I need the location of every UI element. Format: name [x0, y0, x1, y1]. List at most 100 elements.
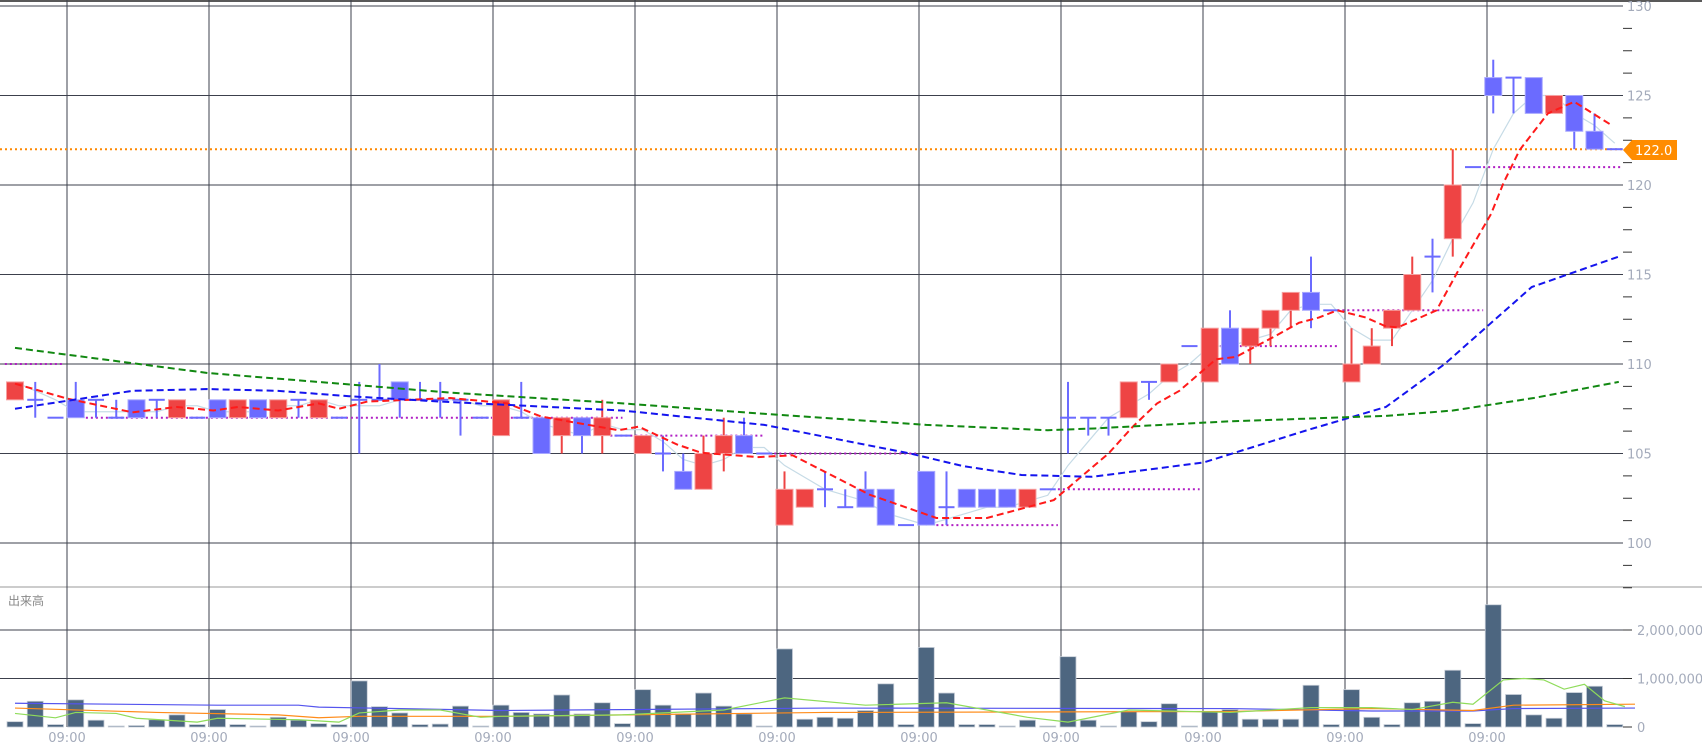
- current-price-tag: 122.0: [1623, 140, 1677, 160]
- candle-body: [795, 488, 814, 508]
- ma-medium-line: [14, 255, 1620, 478]
- candle-body: [674, 470, 693, 490]
- volume-bar: [816, 716, 834, 728]
- price-tick-label: 120: [1627, 179, 1652, 194]
- x-tick-label: 09:00: [190, 731, 227, 746]
- candle-body: [898, 524, 914, 527]
- candle-body: [1181, 345, 1198, 348]
- candle-body: [331, 416, 347, 419]
- candle-body: [614, 434, 631, 437]
- price-tick-label: 115: [1627, 269, 1652, 284]
- volume-bar: [836, 717, 854, 728]
- volume-bar: [1181, 725, 1198, 728]
- volume-bar: [1059, 656, 1077, 728]
- x-tick-label: 09:00: [1468, 731, 1505, 746]
- price-tick-label: 100: [1627, 537, 1652, 552]
- volume-bar: [634, 689, 652, 728]
- volume-bar: [1383, 724, 1401, 728]
- volume-bar: [148, 719, 166, 728]
- volume-bar: [47, 724, 64, 728]
- candle-body: [1545, 95, 1563, 114]
- candle-body: [998, 488, 1017, 508]
- x-tick-label: 09:00: [48, 731, 85, 746]
- volume-bar: [1403, 702, 1421, 728]
- candle-body: [1100, 416, 1117, 419]
- volume-bar: [1241, 718, 1259, 728]
- candle-body: [735, 435, 753, 455]
- candle-body: [189, 416, 206, 419]
- volume-bar: [735, 713, 753, 728]
- volume-bar: [674, 713, 692, 728]
- volume-bar: [1363, 716, 1381, 728]
- stock-chart[interactable]: 09:00 09:00 09:00 09:00 09:00 09:00 09:00 09:00…: [0, 0, 1702, 755]
- volume-bar: [796, 718, 814, 728]
- volume-bar: [411, 724, 429, 728]
- candle-body: [108, 416, 125, 419]
- volume-bar: [472, 725, 490, 728]
- volume-bar: [978, 724, 996, 728]
- candle-body: [1302, 291, 1320, 311]
- x-tick-label: 09:00: [1184, 731, 1221, 746]
- volume-bar: [1565, 692, 1583, 728]
- volume-bar: [1039, 725, 1057, 728]
- candle-body: [1241, 327, 1260, 347]
- volume-bar: [330, 724, 348, 728]
- candle-body: [1119, 381, 1138, 419]
- volume-bar: [107, 725, 125, 728]
- vol-ma-short-line: [14, 677, 1626, 723]
- candle-body: [1281, 291, 1300, 311]
- volume-tick-label: 2,000,000: [1637, 624, 1702, 639]
- candle-body: [1565, 95, 1584, 132]
- volume-bar: [1100, 725, 1117, 728]
- volume-bar: [1019, 719, 1036, 728]
- volume-bar: [512, 712, 530, 728]
- volume-bar: [1079, 719, 1097, 728]
- volume-bar: [391, 712, 409, 728]
- volume-bar: [695, 692, 712, 728]
- volume-bar: [1322, 724, 1340, 728]
- volume-bar: [654, 704, 672, 728]
- price-tick-label: 125: [1627, 90, 1652, 105]
- candle-body: [168, 399, 186, 419]
- volume-bar: [350, 680, 368, 728]
- volume-bar: [1444, 669, 1462, 728]
- volume-tick-label: 0: [1637, 721, 1645, 736]
- candle-body: [88, 398, 104, 401]
- volume-bar: [1201, 711, 1219, 728]
- candle-body: [290, 398, 307, 401]
- candle-body: [876, 488, 895, 526]
- candle-body: [27, 398, 44, 401]
- candle-body: [1261, 309, 1280, 329]
- volume-bar: [431, 723, 449, 728]
- volume-bar: [229, 724, 247, 728]
- volume-bar: [1160, 703, 1178, 728]
- volume-bar: [776, 648, 793, 728]
- volume-tick-label: 1,000,000: [1637, 673, 1702, 688]
- axes: 09:00 09:00 09:00 09:00 09:00 09:00 09:00 09:00…: [48, 0, 1702, 746]
- candle-body: [1585, 130, 1604, 150]
- volume-bar: [1464, 723, 1482, 728]
- volume-bar: [1120, 711, 1138, 728]
- candle-body: [1060, 416, 1076, 419]
- candle-body: [714, 435, 733, 455]
- volume-bar: [1545, 717, 1563, 728]
- volume-bar: [614, 723, 631, 728]
- candle-body: [1524, 77, 1543, 114]
- candle-body: [1039, 488, 1056, 491]
- candle-body: [756, 452, 773, 455]
- volume-bar: [1140, 721, 1158, 728]
- candle-body: [1505, 76, 1522, 79]
- volume-bar: [310, 723, 328, 728]
- candle-body: [957, 488, 976, 508]
- volume-bar: [897, 724, 915, 728]
- candle-body: [837, 506, 854, 509]
- candle-body: [390, 381, 409, 401]
- volume-bar: [553, 694, 571, 728]
- x-tick-label: 09:00: [1042, 731, 1079, 746]
- volume-bar: [1525, 714, 1543, 728]
- volume-bar: [188, 724, 206, 728]
- candle-body: [1403, 274, 1422, 311]
- candle-body: [1080, 416, 1097, 419]
- x-tick-label: 09:00: [758, 731, 795, 746]
- volume-bar: [87, 719, 105, 728]
